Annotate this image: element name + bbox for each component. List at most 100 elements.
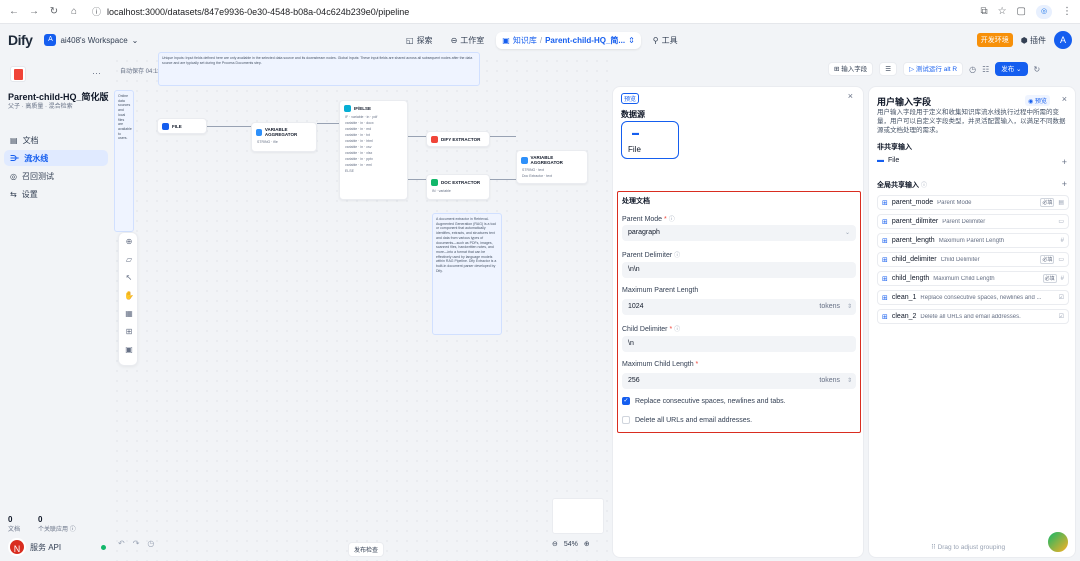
home-icon[interactable]: ⌂ <box>68 6 80 18</box>
var-row-parent-length[interactable]: ⊞ parent_length Maximum Parent Length # <box>877 233 1069 248</box>
export-image-icon[interactable]: ▦ <box>119 305 139 323</box>
chevron-updown-icon[interactable]: ⇕ <box>628 36 635 45</box>
add-icon[interactable]: + <box>1062 179 1067 189</box>
canvas-note-left[interactable]: Online data sources and local files are … <box>114 90 134 232</box>
node-variable-aggregator[interactable]: VARIABLE AGGREGATOR STRING · file <box>251 122 317 152</box>
floating-avatar[interactable] <box>1046 530 1070 554</box>
sidebar-item-settings[interactable]: ⇆ 设置 <box>4 186 108 202</box>
parent-delimiter-input[interactable]: \n\n <box>622 262 856 278</box>
max-parent-length-input[interactable]: 1024 tokens ⇕ <box>622 299 856 315</box>
delete-urls-checkbox[interactable]: Delete all URLs and email addresses. <box>622 416 752 424</box>
checkbox-checked-icon[interactable]: ✓ <box>622 397 630 405</box>
undo-icon[interactable]: ↶ <box>118 539 125 548</box>
preview-button[interactable]: ◉ 预览 <box>1025 95 1050 106</box>
minimap[interactable] <box>552 498 604 534</box>
non-shared-file[interactable]: ▬ File <box>877 157 899 164</box>
refresh-icon[interactable]: ↻ <box>1034 65 1041 74</box>
help-icon[interactable]: ⓘ <box>70 527 76 533</box>
test-run-button[interactable]: ▷ 测试运行 alt R <box>903 62 964 76</box>
node-dify-extractor[interactable]: DIFY EXTRACTOR <box>426 131 490 147</box>
breadcrumb-dataset[interactable]: Parent-child-HQ_简... <box>545 35 625 46</box>
var-row-parent-dilmiter[interactable]: ⊞ parent_dilmiter Parent Delimiter ▭ <box>877 214 1069 229</box>
publish-button[interactable]: 发布 ⌄ <box>995 62 1028 76</box>
nav-explore[interactable]: ◱ 探索 <box>400 32 439 49</box>
app-icon <box>10 66 26 82</box>
select-value: paragraph <box>628 229 660 236</box>
user-avatar[interactable]: A <box>1054 31 1072 49</box>
reload-icon[interactable]: ↻ <box>48 6 60 18</box>
browser-menu-icon[interactable]: ⋮ <box>1062 6 1072 17</box>
zoom-level[interactable]: 54% <box>564 541 578 548</box>
stepper-icon[interactable]: ⇕ <box>847 373 852 389</box>
publish-check-button[interactable]: 发布检查 <box>348 542 385 557</box>
zoom-in-icon[interactable]: ⊕ <box>584 540 590 548</box>
more-icon[interactable]: ··· <box>92 68 101 78</box>
node-variable-aggregator-2[interactable]: VARIABLE AGGREGATOR STRING · text Doc Ex… <box>516 150 588 184</box>
forward-icon[interactable]: → <box>28 6 40 18</box>
site-info-icon[interactable]: ⓘ <box>92 5 101 18</box>
nav-knowledge[interactable]: ▣ 知识库 / Parent-child-HQ_简... ⇕ <box>496 31 641 49</box>
history-icon[interactable]: ◷ <box>969 65 976 74</box>
parent-mode-select[interactable]: paragraph ⌄ <box>622 225 856 241</box>
sidebar-item-pipeline[interactable]: ⋺ 流水线 <box>4 150 108 166</box>
close-icon[interactable]: × <box>1062 94 1067 104</box>
sidebar-item-documents[interactable]: ▤ 文档 <box>4 132 108 148</box>
zoom-out-icon[interactable]: ⊖ <box>552 540 558 548</box>
add-node-icon[interactable]: ⊕ <box>119 233 139 251</box>
canvas-note-top[interactable]: Unique Inputs: Input fields defined here… <box>158 52 480 86</box>
api-avatar[interactable]: N <box>8 538 26 556</box>
checkbox-unchecked-icon[interactable] <box>622 416 630 424</box>
node-file[interactable]: FILE <box>157 118 207 134</box>
var-row-clean-1[interactable]: ⊞ clean_1 Replace consecutive spaces, ne… <box>877 290 1069 305</box>
minimap-icon[interactable]: ▣ <box>119 341 139 359</box>
var-row-parent-mode[interactable]: ⊞ parent_mode Parent Mode 必填 ▤ <box>877 195 1069 210</box>
add-icon[interactable]: + <box>1062 157 1067 167</box>
add-note-icon[interactable]: ▱ <box>119 251 139 269</box>
var-row-child-delimiter[interactable]: ⊞ child_delimiter Child Delimiter 必填 ▭ <box>877 252 1069 267</box>
history-icon[interactable]: ◷ <box>147 539 154 548</box>
extensions-icon[interactable]: ▢ <box>1017 6 1026 17</box>
stepper-icon[interactable]: ⇕ <box>847 299 852 315</box>
address-bar[interactable]: ⓘ localhost:3000/datasets/847e9936-0e30-… <box>92 5 409 18</box>
dify-logo[interactable]: Dify <box>8 32 33 48</box>
replace-spaces-checkbox[interactable]: ✓ Replace consecutive spaces, newlines a… <box>622 397 786 405</box>
datasource-card-file[interactable]: ▬ File <box>621 121 679 159</box>
cast-icon[interactable]: ⧉ <box>980 6 987 17</box>
nav-tools[interactable]: ⚲ 工具 <box>647 32 684 49</box>
url-text[interactable]: localhost:3000/datasets/847e9936-0e30-45… <box>107 7 409 17</box>
workflow-canvas[interactable]: 自动保存 04:11:06 · 已发布 8 小时前 Unique Inputs:… <box>112 52 612 561</box>
node-title: DOC EXTRACTOR <box>441 180 481 185</box>
env-vars-button[interactable]: ☰ <box>879 62 898 76</box>
history-controls: ↶ ↷ ◷ <box>118 539 154 548</box>
help-icon[interactable]: ⓘ <box>921 183 927 189</box>
service-api[interactable]: N 服务 API <box>8 538 106 556</box>
sidebar-item-retrieval-test[interactable]: ◎ 召回测试 <box>4 168 108 184</box>
bookmark-star-icon[interactable]: ☆ <box>998 6 1007 17</box>
help-icon[interactable]: ⓘ <box>669 217 675 223</box>
organize-icon[interactable]: ⊞ <box>119 323 139 341</box>
hand-icon[interactable]: ✋ <box>119 287 139 305</box>
max-child-length-input[interactable]: 256 tokens ⇕ <box>622 373 856 389</box>
var-row-clean-2[interactable]: ⊞ clean_2 Delete all URLs and email addr… <box>877 309 1069 324</box>
redo-icon[interactable]: ↷ <box>133 539 140 548</box>
child-delimiter-input[interactable]: \n <box>622 336 856 352</box>
non-shared-label: 非共享输入 <box>877 144 912 151</box>
back-icon[interactable]: ← <box>8 6 20 18</box>
help-icon[interactable]: ⓘ <box>674 253 680 259</box>
profile-avatar[interactable]: ◎ <box>1036 4 1052 19</box>
node-if-else[interactable]: IF/ELSE IF · variable · in · pdf variabl… <box>339 100 408 200</box>
plugins-button[interactable]: ⬢ 插件 <box>1021 35 1046 46</box>
tools-icon: ⚲ <box>652 35 659 45</box>
close-icon[interactable]: × <box>848 91 853 101</box>
workspace-switcher[interactable]: A ai408's Workspace ⌄ <box>44 34 138 46</box>
nav-studio[interactable]: ⊖ 工作室 <box>445 32 491 49</box>
pointer-icon[interactable]: ↖ <box>119 269 139 287</box>
input-fields-button[interactable]: ⊞ 输入字段 <box>828 62 874 76</box>
checklist-icon[interactable]: ☷ <box>982 65 989 74</box>
node-doc-extractor[interactable]: DOC EXTRACTOR IN · variable <box>426 174 490 200</box>
help-icon[interactable]: ⓘ <box>674 327 680 333</box>
var-row-child-length[interactable]: ⊞ child_length Maximum Child Length 必填 # <box>877 271 1069 286</box>
aggregator-icon <box>256 128 262 136</box>
file-node-icon <box>162 123 169 130</box>
canvas-note-extractor[interactable]: A document extractor in Retrieval-Augmen… <box>432 213 502 335</box>
